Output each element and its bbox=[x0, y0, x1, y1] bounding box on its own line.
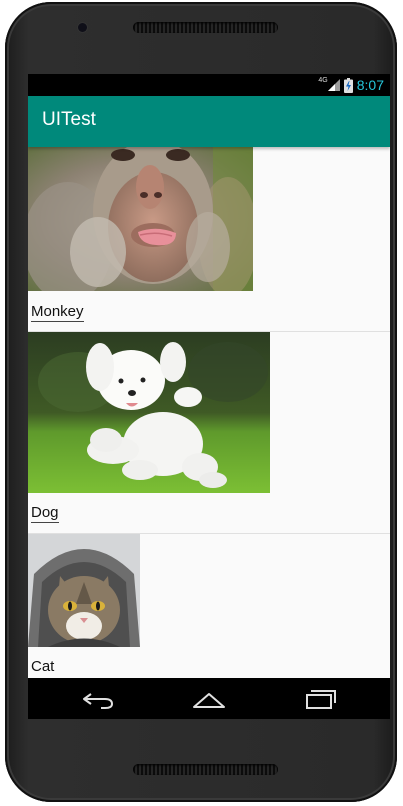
dog-photo bbox=[28, 332, 270, 493]
home-icon bbox=[193, 693, 225, 708]
list-item-monkey[interactable]: Monkey bbox=[28, 147, 390, 332]
bottom-speaker bbox=[133, 764, 278, 775]
list-item-label: Cat bbox=[31, 658, 55, 675]
recents-button[interactable] bbox=[303, 688, 339, 710]
navigation-bar bbox=[28, 678, 390, 719]
app-bar: UITest bbox=[28, 96, 390, 147]
network-type: 4G bbox=[318, 76, 328, 84]
device-screen: 4G 8:07 UITest Monkey Dog Cat bbox=[28, 74, 390, 719]
status-bar: 4G 8:07 bbox=[28, 74, 390, 96]
animal-list: Monkey Dog Cat bbox=[28, 147, 390, 694]
list-item-label: Monkey bbox=[31, 303, 84, 322]
cat-photo bbox=[28, 534, 140, 647]
phone-frame: 4G 8:07 UITest Monkey Dog Cat bbox=[5, 2, 397, 802]
list-item-label: Dog bbox=[31, 504, 59, 523]
status-time: 8:07 bbox=[356, 77, 384, 93]
monkey-photo bbox=[28, 147, 253, 291]
app-title: UITest bbox=[42, 109, 96, 130]
home-button[interactable] bbox=[191, 688, 227, 710]
front-camera bbox=[78, 23, 87, 32]
signal-icon bbox=[327, 79, 340, 91]
recents-icon bbox=[306, 690, 336, 709]
back-icon bbox=[83, 693, 114, 709]
back-button[interactable] bbox=[81, 688, 117, 710]
list-item-cat[interactable]: Cat bbox=[28, 534, 390, 694]
earpiece-speaker bbox=[133, 22, 278, 33]
battery-charging-icon bbox=[343, 77, 353, 93]
list-item-dog[interactable]: Dog bbox=[28, 332, 390, 534]
status-indicators: 4G 8:07 bbox=[318, 76, 384, 94]
